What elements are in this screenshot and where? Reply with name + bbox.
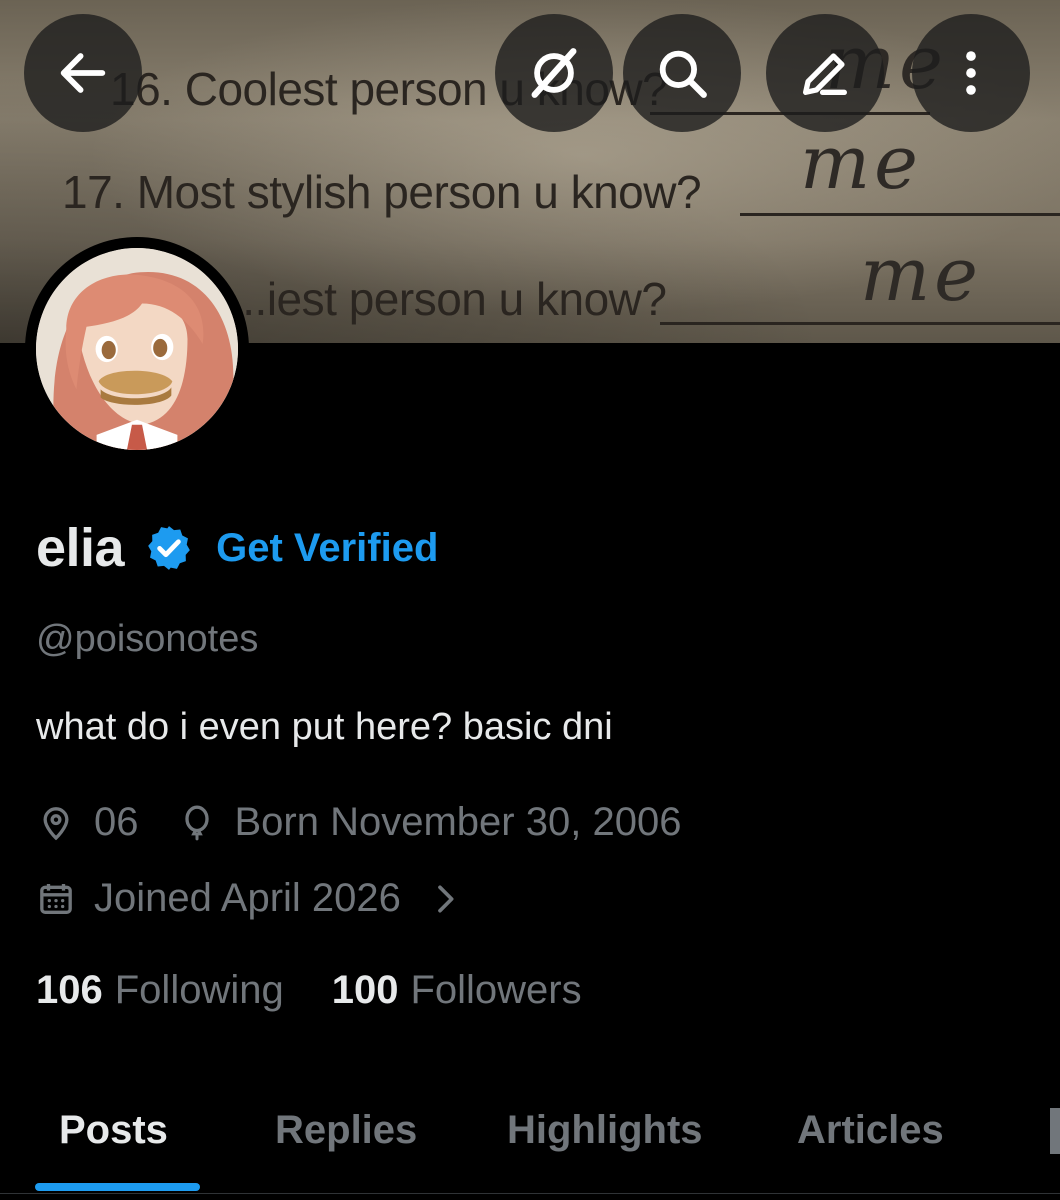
more-vertical-icon xyxy=(966,51,976,95)
search-icon xyxy=(659,50,707,98)
search-button[interactable] xyxy=(623,14,741,132)
birthday-text: Born November 30, 2006 xyxy=(234,800,682,844)
grok-button[interactable] xyxy=(495,14,613,132)
banner-text-line-2: 17. Most stylish person u know? xyxy=(62,166,702,218)
answer-line-3 xyxy=(660,322,1060,325)
location-pin-icon xyxy=(43,806,69,840)
tab-overflow-edge xyxy=(1050,1108,1060,1154)
back-arrow-icon xyxy=(60,53,106,93)
tab-highlights[interactable]: Highlights xyxy=(507,1080,703,1180)
edit-button[interactable] xyxy=(766,14,884,132)
profile-meta-row: 06 Born November 30, 2006 xyxy=(36,800,681,845)
tab-articles[interactable]: Articles xyxy=(797,1080,944,1180)
active-tab-indicator xyxy=(35,1183,200,1191)
back-button[interactable] xyxy=(24,14,142,132)
handwritten-answer-2: me xyxy=(800,120,922,206)
profile-tabs: Posts Replies Highlights Articles xyxy=(0,1080,1060,1200)
answer-line-2 xyxy=(740,213,1060,216)
banner-text-line-3: ...iest person u know? xyxy=(230,273,667,325)
joined-row[interactable]: Joined April 2026 xyxy=(36,876,465,921)
balloon-icon xyxy=(184,805,209,840)
tab-replies[interactable]: Replies xyxy=(275,1080,417,1180)
name-row: elia Get Verified xyxy=(36,515,438,581)
location-text: 06 xyxy=(94,800,139,844)
followers-label: Followers xyxy=(410,968,582,1012)
tab-posts[interactable]: Posts xyxy=(59,1080,168,1180)
more-options-button[interactable] xyxy=(912,14,1030,132)
following-link[interactable]: 106 Following xyxy=(36,968,284,1013)
chevron-right-icon xyxy=(438,885,454,912)
follow-stats: 106 Following 100 Followers xyxy=(36,968,582,1013)
grok-icon xyxy=(531,48,577,98)
edit-icon xyxy=(803,53,847,95)
calendar-icon xyxy=(40,883,72,914)
verified-badge-icon[interactable] xyxy=(144,523,194,573)
get-verified-link[interactable]: Get Verified xyxy=(216,526,438,571)
profile-bio: what do i even put here? basic dni xyxy=(36,706,613,748)
profile-screen: 16. Coolest person u know? 17. Most styl… xyxy=(0,0,1060,1200)
followers-link[interactable]: 100 Followers xyxy=(332,968,582,1013)
handwritten-answer-3: me xyxy=(860,232,982,318)
avatar[interactable] xyxy=(25,237,249,461)
following-count: 106 xyxy=(36,968,103,1012)
display-name: elia xyxy=(36,518,125,578)
user-handle: @poisonotes xyxy=(36,618,259,660)
tabs-divider xyxy=(0,1193,1060,1194)
followers-count: 100 xyxy=(331,968,399,1012)
joined-text: Joined April 2026 xyxy=(94,876,401,920)
avatar-image xyxy=(36,248,238,450)
following-label: Following xyxy=(114,968,284,1012)
